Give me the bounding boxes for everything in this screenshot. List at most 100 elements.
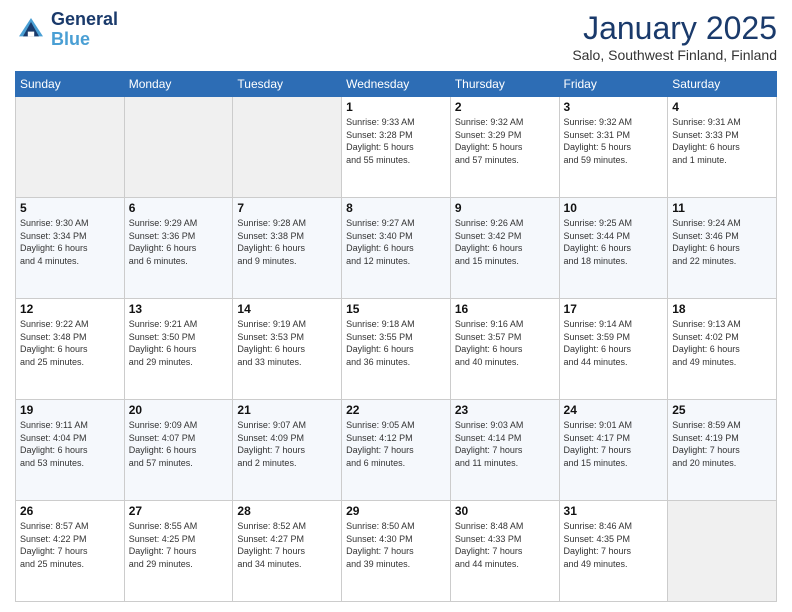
day-number: 4: [672, 100, 772, 114]
logo-text: General Blue: [51, 10, 118, 50]
day-cell: 11 Sunrise: 9:24 AM Sunset: 3:46 PM Dayli…: [668, 198, 777, 299]
day-cell: 22 Sunrise: 9:05 AM Sunset: 4:12 PM Dayli…: [342, 400, 451, 501]
logo-icon: [15, 14, 47, 46]
day-info: Sunrise: 9:07 AM Sunset: 4:09 PM Dayligh…: [237, 419, 337, 469]
day-info: Sunrise: 9:19 AM Sunset: 3:53 PM Dayligh…: [237, 318, 337, 368]
day-header-thursday: Thursday: [450, 72, 559, 97]
day-number: 8: [346, 201, 446, 215]
day-info: Sunrise: 9:30 AM Sunset: 3:34 PM Dayligh…: [20, 217, 120, 267]
day-info: Sunrise: 9:33 AM Sunset: 3:28 PM Dayligh…: [346, 116, 446, 166]
day-info: Sunrise: 9:24 AM Sunset: 3:46 PM Dayligh…: [672, 217, 772, 267]
logo-line1: General: [51, 10, 118, 30]
day-header-monday: Monday: [124, 72, 233, 97]
day-cell: 10Sunrise: 9:25 AM Sunset: 3:44 PM Dayli…: [559, 198, 668, 299]
day-cell: 2 Sunrise: 9:32 AM Sunset: 3:29 PM Daylig…: [450, 97, 559, 198]
day-info: Sunrise: 9:16 AM Sunset: 3:57 PM Dayligh…: [455, 318, 555, 368]
day-cell: [233, 97, 342, 198]
day-cell: 17Sunrise: 9:14 AM Sunset: 3:59 PM Dayli…: [559, 299, 668, 400]
day-number: 24: [564, 403, 664, 417]
logo-line2: Blue: [51, 29, 90, 49]
calendar: SundayMondayTuesdayWednesdayThursdayFrid…: [15, 71, 777, 602]
day-number: 27: [129, 504, 229, 518]
day-cell: 8Sunrise: 9:27 AM Sunset: 3:40 PM Daylig…: [342, 198, 451, 299]
day-number: 22: [346, 403, 446, 417]
day-cell: 30 Sunrise: 8:48 AM Sunset: 4:33 PM Dayli…: [450, 501, 559, 602]
day-info: Sunrise: 9:29 AM Sunset: 3:36 PM Dayligh…: [129, 217, 229, 267]
day-header-friday: Friday: [559, 72, 668, 97]
day-header-sunday: Sunday: [16, 72, 125, 97]
day-number: 12: [20, 302, 120, 316]
day-info: Sunrise: 9:09 AM Sunset: 4:07 PM Dayligh…: [129, 419, 229, 469]
day-number: 5: [20, 201, 120, 215]
day-cell: 27 Sunrise: 8:55 AM Sunset: 4:25 PM Dayli…: [124, 501, 233, 602]
day-header-wednesday: Wednesday: [342, 72, 451, 97]
day-number: 25: [672, 403, 772, 417]
day-info: Sunrise: 9:22 AM Sunset: 3:48 PM Dayligh…: [20, 318, 120, 368]
day-cell: 4 Sunrise: 9:31 AM Sunset: 3:33 PM Daylig…: [668, 97, 777, 198]
day-cell: 12 Sunrise: 9:22 AM Sunset: 3:48 PM Dayli…: [16, 299, 125, 400]
day-header-tuesday: Tuesday: [233, 72, 342, 97]
day-cell: 1Sunrise: 9:33 AM Sunset: 3:28 PM Daylig…: [342, 97, 451, 198]
day-cell: 14 Sunrise: 9:19 AM Sunset: 3:53 PM Dayli…: [233, 299, 342, 400]
day-info: Sunrise: 9:26 AM Sunset: 3:42 PM Dayligh…: [455, 217, 555, 267]
day-cell: 29 Sunrise: 8:50 AM Sunset: 4:30 PM Dayli…: [342, 501, 451, 602]
day-info: Sunrise: 9:31 AM Sunset: 3:33 PM Dayligh…: [672, 116, 772, 166]
day-cell: 23 Sunrise: 9:03 AM Sunset: 4:14 PM Dayli…: [450, 400, 559, 501]
day-info: Sunrise: 9:03 AM Sunset: 4:14 PM Dayligh…: [455, 419, 555, 469]
day-cell: 16 Sunrise: 9:16 AM Sunset: 3:57 PM Dayli…: [450, 299, 559, 400]
day-number: 9: [455, 201, 555, 215]
day-cell: 24 Sunrise: 9:01 AM Sunset: 4:17 PM Dayli…: [559, 400, 668, 501]
location: Salo, Southwest Finland, Finland: [572, 47, 777, 63]
day-number: 2: [455, 100, 555, 114]
day-info: Sunrise: 9:01 AM Sunset: 4:17 PM Dayligh…: [564, 419, 664, 469]
day-number: 29: [346, 504, 446, 518]
day-cell: 21Sunrise: 9:07 AM Sunset: 4:09 PM Dayli…: [233, 400, 342, 501]
header: General Blue January 2025 Salo, Southwes…: [15, 10, 777, 63]
day-cell: [16, 97, 125, 198]
day-number: 18: [672, 302, 772, 316]
day-cell: 9 Sunrise: 9:26 AM Sunset: 3:42 PM Daylig…: [450, 198, 559, 299]
day-info: Sunrise: 8:59 AM Sunset: 4:19 PM Dayligh…: [672, 419, 772, 469]
day-header-saturday: Saturday: [668, 72, 777, 97]
day-info: Sunrise: 8:46 AM Sunset: 4:35 PM Dayligh…: [564, 520, 664, 570]
calendar-header-row: SundayMondayTuesdayWednesdayThursdayFrid…: [16, 72, 777, 97]
day-number: 16: [455, 302, 555, 316]
day-info: Sunrise: 8:57 AM Sunset: 4:22 PM Dayligh…: [20, 520, 120, 570]
day-info: Sunrise: 9:32 AM Sunset: 3:31 PM Dayligh…: [564, 116, 664, 166]
day-number: 30: [455, 504, 555, 518]
day-number: 31: [564, 504, 664, 518]
day-cell: 25 Sunrise: 8:59 AM Sunset: 4:19 PM Dayli…: [668, 400, 777, 501]
day-info: Sunrise: 9:05 AM Sunset: 4:12 PM Dayligh…: [346, 419, 446, 469]
day-cell: 5 Sunrise: 9:30 AM Sunset: 3:34 PM Daylig…: [16, 198, 125, 299]
day-number: 14: [237, 302, 337, 316]
day-number: 15: [346, 302, 446, 316]
day-cell: 28Sunrise: 8:52 AM Sunset: 4:27 PM Dayli…: [233, 501, 342, 602]
day-number: 3: [564, 100, 664, 114]
day-cell: 26Sunrise: 8:57 AM Sunset: 4:22 PM Dayli…: [16, 501, 125, 602]
day-number: 7: [237, 201, 337, 215]
day-info: Sunrise: 9:25 AM Sunset: 3:44 PM Dayligh…: [564, 217, 664, 267]
day-cell: 19Sunrise: 9:11 AM Sunset: 4:04 PM Dayli…: [16, 400, 125, 501]
week-row-4: 19Sunrise: 9:11 AM Sunset: 4:04 PM Dayli…: [16, 400, 777, 501]
day-info: Sunrise: 9:28 AM Sunset: 3:38 PM Dayligh…: [237, 217, 337, 267]
day-number: 23: [455, 403, 555, 417]
day-number: 6: [129, 201, 229, 215]
week-row-3: 12 Sunrise: 9:22 AM Sunset: 3:48 PM Dayli…: [16, 299, 777, 400]
day-number: 11: [672, 201, 772, 215]
logo: General Blue: [15, 10, 118, 50]
day-info: Sunrise: 9:21 AM Sunset: 3:50 PM Dayligh…: [129, 318, 229, 368]
week-row-1: 1Sunrise: 9:33 AM Sunset: 3:28 PM Daylig…: [16, 97, 777, 198]
day-info: Sunrise: 9:32 AM Sunset: 3:29 PM Dayligh…: [455, 116, 555, 166]
day-info: Sunrise: 9:13 AM Sunset: 4:02 PM Dayligh…: [672, 318, 772, 368]
day-info: Sunrise: 8:55 AM Sunset: 4:25 PM Dayligh…: [129, 520, 229, 570]
day-info: Sunrise: 8:48 AM Sunset: 4:33 PM Dayligh…: [455, 520, 555, 570]
week-row-5: 26Sunrise: 8:57 AM Sunset: 4:22 PM Dayli…: [16, 501, 777, 602]
day-info: Sunrise: 8:50 AM Sunset: 4:30 PM Dayligh…: [346, 520, 446, 570]
day-cell: 31 Sunrise: 8:46 AM Sunset: 4:35 PM Dayli…: [559, 501, 668, 602]
day-number: 20: [129, 403, 229, 417]
day-cell: 7 Sunrise: 9:28 AM Sunset: 3:38 PM Daylig…: [233, 198, 342, 299]
day-cell: 6 Sunrise: 9:29 AM Sunset: 3:36 PM Daylig…: [124, 198, 233, 299]
week-row-2: 5 Sunrise: 9:30 AM Sunset: 3:34 PM Daylig…: [16, 198, 777, 299]
day-cell: 15Sunrise: 9:18 AM Sunset: 3:55 PM Dayli…: [342, 299, 451, 400]
day-info: Sunrise: 9:14 AM Sunset: 3:59 PM Dayligh…: [564, 318, 664, 368]
